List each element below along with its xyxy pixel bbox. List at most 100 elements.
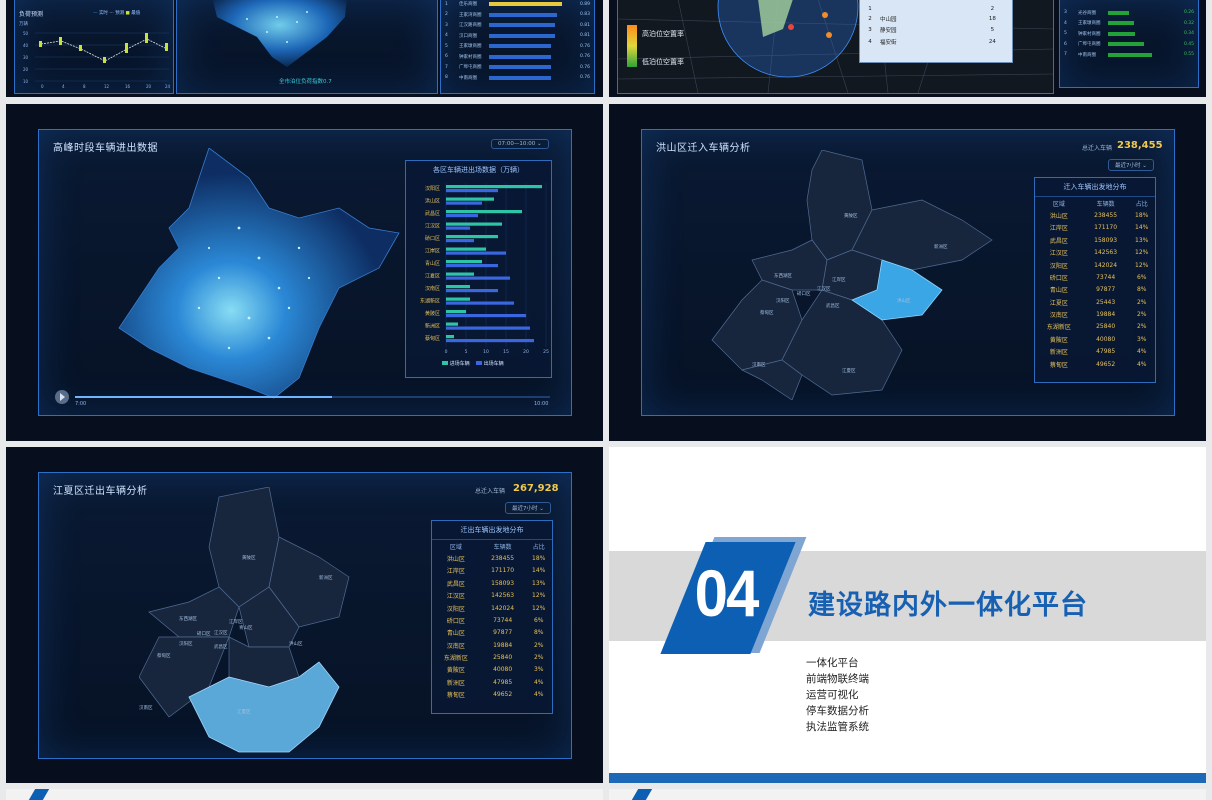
vehicle-count-cell: 47985	[493, 678, 513, 686]
share-cell: 4%	[533, 691, 544, 699]
rank-name: 钟家村商圈	[1078, 31, 1101, 37]
slide-jiangxia-outflow: 江夏区迁出车辆分析 总迁入车辆 267,928 最近7小时 ⌄ 黄陂区 新洲区 东西…	[6, 447, 603, 783]
district-name: 武昌区	[826, 304, 840, 309]
vehicle-count-cell: 142563	[1094, 249, 1118, 257]
bar-entering	[446, 222, 502, 226]
ranking-row: 3 光谷商圈 0.26	[1064, 8, 1194, 19]
ranking-row: 7 广埠屯商圈 0.76	[445, 62, 590, 73]
rank-bar	[489, 44, 552, 49]
bar-entering	[446, 247, 486, 251]
rank-name: 中南商圈	[459, 75, 477, 81]
timeline-progress	[75, 396, 332, 398]
rank-name: 中南商圈	[1078, 52, 1096, 58]
share-cell: 2%	[1136, 298, 1147, 306]
share-cell: 12%	[1135, 261, 1149, 269]
bar-leaving	[446, 339, 534, 343]
district-flow-panel: 各区车辆进出场数据（万辆） 汉阳区 洪山区 武昌区 江汉区 硚口区 江岸区 青山区 江夏区 汉南…	[405, 160, 552, 378]
table-row: 武昌区 158093 13%	[432, 577, 552, 589]
bar-entering	[446, 185, 542, 189]
timeline-slider[interactable]	[75, 396, 550, 398]
district-cell: 新洲区	[446, 679, 465, 687]
table-row: 江汉区 142563 12%	[1035, 247, 1155, 259]
table-row: 汉阳区 142024 12%	[1035, 259, 1155, 271]
share-cell: 8%	[1136, 286, 1147, 294]
share-cell: 2%	[1136, 311, 1147, 319]
table-row: 硚口区 73744 6%	[432, 614, 552, 626]
table-row: 东湖新区 25840 2%	[1035, 321, 1155, 333]
period-select[interactable]: 最近7小时 ⌄	[505, 502, 551, 514]
rank-name: 钟家村商圈	[459, 54, 482, 60]
share-cell: 6%	[533, 616, 544, 624]
rank-number: 4	[445, 33, 448, 39]
row-name: 静安园	[880, 28, 897, 35]
category-label: 蔡甸区	[425, 335, 440, 342]
bar-entering	[446, 260, 482, 264]
rank-value: 0.76	[579, 64, 590, 70]
ranking-row: 6 钟家村商圈 0.76	[445, 52, 590, 63]
table-row: 硚口区 73744 6%	[1035, 271, 1155, 283]
share-cell: 4%	[533, 678, 544, 686]
city-heat-map-frame: 全市泊位负荷指数0.7	[176, 0, 438, 94]
rank-number: 2	[445, 12, 448, 18]
row-value: 24	[988, 38, 996, 45]
slide-load-forecast: 负荷预测 万辆 — 实时 ··· 预测 ■ 最值 0 4 8 12 16 20 …	[6, 0, 603, 97]
rank-number: 3	[445, 22, 448, 28]
district-name: 硚口区	[197, 632, 211, 637]
rank-bar	[489, 33, 556, 38]
inflow-origin-table: 区域 车辆数 占比 洪山区 238455 18% 江岸区 171170 14% 武昌区 15809…	[1035, 197, 1155, 370]
district-name: 东西湖区	[179, 617, 197, 622]
district-name: 江汉区	[214, 631, 228, 636]
row-number: 1	[868, 5, 872, 12]
bar-leaving	[446, 189, 498, 193]
map-pin-icon[interactable]	[826, 32, 832, 38]
share-cell: 14%	[1135, 224, 1149, 232]
district-cell: 江岸区	[446, 568, 465, 576]
rank-value: 0.76	[579, 54, 590, 60]
share-cell: 18%	[1135, 212, 1149, 220]
x-tick: 16	[125, 84, 131, 89]
category-label: 汉阳区	[425, 185, 440, 192]
chevron-down-icon: ⌄	[1142, 163, 1147, 169]
section-item: 一体化平台	[806, 657, 859, 669]
district-cell: 汉南区	[1049, 312, 1068, 320]
x-tick: 0	[41, 84, 44, 89]
rank-number: 6	[445, 54, 448, 60]
row-number: 4	[868, 38, 872, 45]
bar-leaving	[446, 276, 510, 280]
play-button[interactable]	[55, 390, 69, 404]
ranking-row: 4 王家墩商圈 0.32	[1064, 18, 1194, 29]
section-item-list: 一体化平台 前端物联终端 运营可视化 停车数据分析 执法监管系统	[806, 655, 869, 735]
bar-leaving	[446, 326, 530, 330]
period-value: 最近7小时	[1115, 163, 1141, 169]
row-value: 2	[990, 5, 995, 12]
district-boundary-map	[711, 150, 993, 400]
rank-bar	[1108, 42, 1144, 47]
category-label: 江汉区	[425, 223, 440, 230]
outflow-origin-table: 区域 车辆数 占比 洪山区 238455 18% 江岸区 171170 14% 武昌区 15809…	[432, 540, 552, 701]
rank-value: 0.76	[579, 43, 590, 49]
table-row: 武昌区 158093 13%	[1035, 234, 1155, 246]
time-range-select[interactable]: 07:00—10:00 ⌄	[491, 139, 549, 149]
map-pin-icon[interactable]	[822, 12, 828, 18]
category-label: 硚口区	[425, 235, 440, 242]
table-row: 2 中山园 18	[860, 13, 1012, 24]
hongshan-frame: 洪山区迁入车辆分析 总迁入车辆 238,455 最近7小时 ⌄ 黄陂区 新洲区 东西…	[641, 129, 1175, 416]
district-name: 江汉区	[817, 287, 831, 292]
vehicle-count-cell: 97877	[493, 629, 513, 637]
next-slide-peek-right	[609, 789, 1206, 800]
legend-entering: 进场车辆	[449, 361, 470, 367]
column-header: 占比	[532, 543, 545, 551]
rank-number: 8	[445, 75, 448, 81]
share-cell: 12%	[532, 592, 546, 600]
rank-number: 5	[1064, 31, 1067, 37]
table-row: 3 静安园 5	[860, 25, 1012, 36]
column-header: 区域	[1052, 200, 1065, 208]
rank-name: 王家墩商圈	[1078, 21, 1101, 27]
rank-bar	[489, 54, 552, 59]
map-pin-icon[interactable]	[788, 24, 794, 30]
period-select[interactable]: 最近7小时 ⌄	[1108, 159, 1154, 171]
chart-legend: 进场车辆 出场车辆	[442, 360, 504, 367]
row-value: 5	[990, 27, 995, 34]
y-tick: 20	[23, 67, 29, 72]
district-name: 黄陂区	[844, 214, 858, 219]
